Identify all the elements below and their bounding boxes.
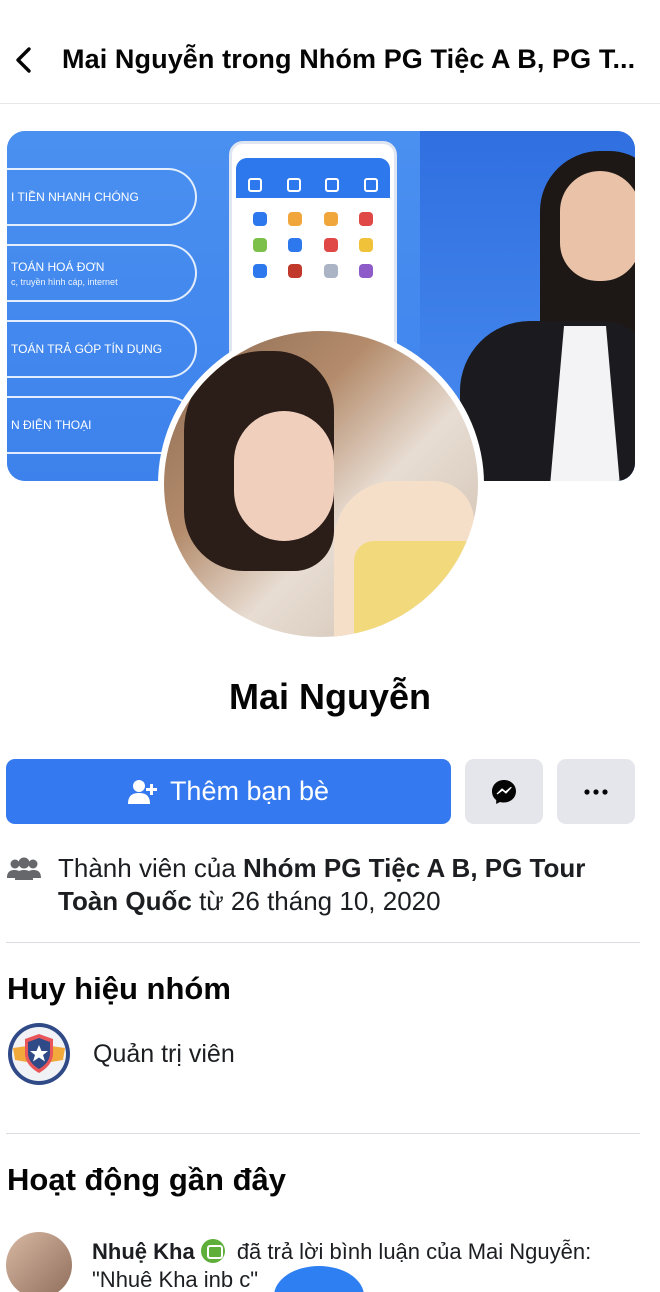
activity-text: Nhuệ Kha đã trả lời bình luận của Mai Ng… [92,1239,592,1292]
avatar[interactable] [6,1232,72,1292]
messenger-button[interactable] [465,759,543,824]
add-friend-icon [127,779,157,804]
admin-badge-icon [8,1023,70,1085]
divider [6,1133,640,1134]
activity-user[interactable]: Nhuệ Kha [92,1239,195,1264]
messenger-icon [492,779,516,804]
membership-text: Thành viên của Nhóm PG Tiệc A B, PG Tour… [58,853,586,916]
more-options-button[interactable] [557,759,635,824]
cover-pill: TOÁN HOÁ ĐƠN c, truyền hình cáp, internet [7,244,197,302]
divider [6,942,640,943]
profile-name: Mai Nguyễn [228,676,432,717]
membership-info: Thành viên của Nhóm PG Tiệc A B, PG Tour… [6,852,651,918]
cover-pill: TOÁN TRẢ GÓP TÍN DỤNG [7,320,197,378]
profile-avatar[interactable] [158,325,484,643]
add-friend-label: Thêm bạn bè [169,776,330,806]
cover-pill: I TIỀN NHANH CHÓNG [7,168,197,226]
back-button[interactable] [4,38,44,82]
chevron-left-icon [16,47,31,73]
page-title: Mai Nguyễn trong Nhóm PG Tiệc A B, PG T.… [62,44,636,74]
activity-title: Hoạt động gần đây [7,1162,286,1197]
members-icon [6,852,42,918]
more-icon [584,788,608,795]
badge-label: Quản trị viên [93,1039,235,1068]
add-friend-button[interactable]: Thêm bạn bè [6,759,451,824]
badge-item[interactable]: Quản trị viên [7,1022,235,1086]
top-bar: Mai Nguyễn trong Nhóm PG Tiệc A B, PG T.… [0,0,660,104]
avatar-photo [164,331,478,637]
badges-title: Huy hiệu nhóm [7,971,231,1006]
comment-icon [200,1239,225,1263]
